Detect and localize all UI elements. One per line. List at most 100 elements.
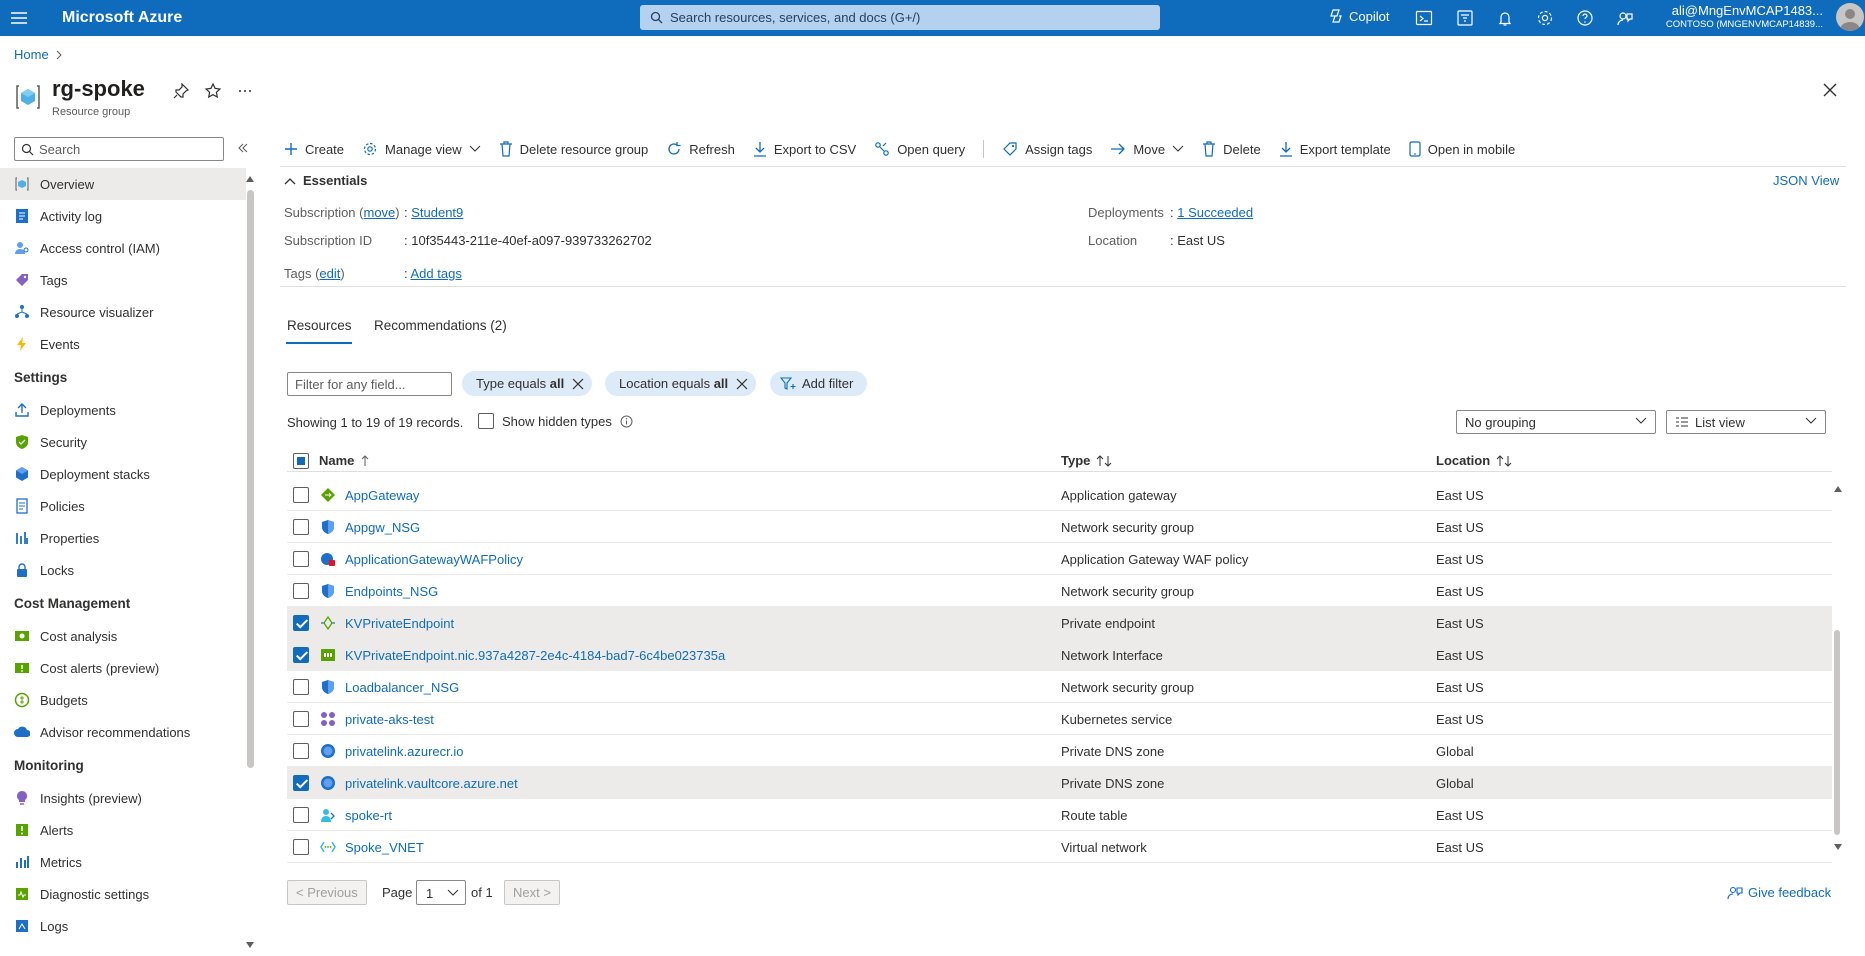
export-template-button[interactable]: Export template: [1279, 141, 1391, 157]
sidebar-item-policies[interactable]: Policies: [0, 490, 246, 522]
row-checkbox[interactable]: [293, 551, 309, 567]
sidebar-item-activity-log[interactable]: Activity log: [0, 200, 246, 232]
move-button[interactable]: Move: [1110, 142, 1184, 157]
brand-title[interactable]: Microsoft Azure: [62, 9, 182, 27]
table-row[interactable]: privatelink.vaultcore.azure.net Private …: [287, 767, 1832, 799]
checkbox[interactable]: [478, 413, 494, 429]
sidebar-item-deployment-stacks[interactable]: Deployment stacks: [0, 458, 246, 490]
previous-page-button[interactable]: < Previous: [287, 880, 367, 905]
row-checkbox[interactable]: [293, 615, 309, 631]
create-button[interactable]: Create: [284, 142, 344, 157]
account-info[interactable]: ali@MngEnvMCAP1483... CONTOSO (MNGENVMCA…: [1665, 3, 1823, 30]
refresh-button[interactable]: Refresh: [666, 141, 735, 157]
cloud-shell-icon[interactable]: [1414, 8, 1434, 28]
sidebar-item-alerts[interactable]: Alerts: [0, 814, 246, 846]
feedback-person-icon[interactable]: [1615, 8, 1635, 28]
sidebar-item-locks[interactable]: Locks: [0, 554, 246, 586]
resource-name-link[interactable]: ApplicationGatewayWAFPolicy: [345, 552, 523, 567]
sidebar-item-cost-alerts[interactable]: Cost alerts (preview): [0, 652, 246, 684]
directory-filter-icon[interactable]: [1455, 8, 1475, 28]
close-icon[interactable]: [572, 378, 584, 390]
table-row[interactable]: ApplicationGatewayWAFPolicy Application …: [287, 543, 1832, 575]
show-hidden-types-checkbox[interactable]: Show hidden types: [478, 413, 633, 429]
gear-icon[interactable]: [1535, 8, 1555, 28]
resource-name-link[interactable]: Appgw_NSG: [345, 520, 420, 535]
table-row[interactable]: Spoke_VNET Virtual network East US: [287, 831, 1832, 863]
sidebar-item-advisor-recommendations[interactable]: Advisor recommendations: [0, 716, 246, 748]
table-row[interactable]: Loadbalancer_NSG Network security group …: [287, 671, 1832, 703]
row-checkbox[interactable]: [293, 679, 309, 695]
delete-button[interactable]: Delete: [1202, 141, 1261, 157]
resource-name-link[interactable]: private-aks-test: [345, 712, 434, 727]
help-icon[interactable]: [1575, 8, 1595, 28]
manage-view-button[interactable]: Manage view: [362, 141, 481, 157]
row-checkbox[interactable]: [293, 743, 309, 759]
table-scrollbar-thumb[interactable]: [1834, 630, 1840, 835]
sidebar-item-logs[interactable]: Logs: [0, 910, 246, 942]
resource-name-link[interactable]: spoke-rt: [345, 808, 392, 823]
table-row[interactable]: privatelink.azurecr.io Private DNS zone …: [287, 735, 1832, 767]
table-row[interactable]: Endpoints_NSG Network security group Eas…: [287, 575, 1832, 607]
column-header-type[interactable]: Type: [1061, 453, 1112, 468]
edit-tags-link[interactable]: edit: [319, 266, 340, 281]
resource-name-link[interactable]: Loadbalancer_NSG: [345, 680, 459, 695]
add-tags-link[interactable]: Add tags: [411, 266, 462, 281]
column-header-location[interactable]: Location: [1436, 453, 1512, 468]
close-icon[interactable]: [1820, 80, 1840, 100]
sidebar-item-metrics[interactable]: Metrics: [0, 846, 246, 878]
table-scroll-up-icon[interactable]: [1834, 486, 1842, 492]
type-filter-pill[interactable]: Type equals all: [462, 371, 593, 396]
table-row[interactable]: Appgw_NSG Network security group East US: [287, 511, 1832, 543]
table-scroll-down-icon[interactable]: [1834, 844, 1842, 850]
json-view-link[interactable]: JSON View: [1773, 173, 1839, 188]
give-feedback-link[interactable]: Give feedback: [1727, 884, 1831, 900]
deployments-link[interactable]: 1 Succeeded: [1177, 205, 1253, 220]
info-icon[interactable]: [620, 415, 633, 428]
tab-recommendations[interactable]: Recommendations (2): [374, 318, 507, 333]
grouping-dropdown[interactable]: No grouping: [1456, 410, 1656, 434]
sidebar-item-security[interactable]: Security: [0, 426, 246, 458]
global-search-input[interactable]: Search resources, services, and docs (G+…: [640, 5, 1160, 30]
row-checkbox[interactable]: [293, 583, 309, 599]
row-checkbox[interactable]: [293, 807, 309, 823]
table-row[interactable]: AppGateway Application gateway East US: [287, 479, 1832, 511]
export-csv-button[interactable]: Export to CSV: [753, 141, 856, 157]
table-row[interactable]: spoke-rt Route table East US: [287, 799, 1832, 831]
more-options-icon[interactable]: [236, 82, 254, 100]
resource-name-link[interactable]: privatelink.vaultcore.azure.net: [345, 776, 518, 791]
close-icon[interactable]: [736, 378, 748, 390]
next-page-button[interactable]: Next >: [504, 880, 560, 905]
row-checkbox[interactable]: [293, 839, 309, 855]
sidebar-item-properties[interactable]: Properties: [0, 522, 246, 554]
row-checkbox[interactable]: [293, 519, 309, 535]
open-in-mobile-button[interactable]: Open in mobile: [1409, 141, 1515, 157]
resource-name-link[interactable]: Endpoints_NSG: [345, 584, 438, 599]
sidebar-scrollbar-thumb[interactable]: [247, 190, 254, 768]
row-checkbox[interactable]: [293, 711, 309, 727]
sidebar-item-diagnostic-settings[interactable]: Diagnostic settings: [0, 878, 246, 910]
pin-icon[interactable]: [172, 82, 190, 100]
tab-resources[interactable]: Resources: [287, 318, 352, 333]
subscription-link[interactable]: Student9: [411, 205, 463, 220]
sidebar-item-deployments[interactable]: Deployments: [0, 394, 246, 426]
essentials-toggle[interactable]: Essentials: [284, 173, 367, 188]
sidebar-item-budgets[interactable]: Budgets: [0, 684, 246, 716]
row-checkbox[interactable]: [293, 647, 309, 663]
resource-name-link[interactable]: Spoke_VNET: [345, 840, 424, 855]
copilot-button[interactable]: Copilot: [1328, 8, 1389, 24]
resource-name-link[interactable]: KVPrivateEndpoint.nic.937a4287-2e4c-4184…: [345, 648, 725, 663]
resource-name-link[interactable]: KVPrivateEndpoint: [345, 616, 454, 631]
assign-tags-button[interactable]: Assign tags: [1002, 141, 1092, 157]
resource-name-link[interactable]: privatelink.azurecr.io: [345, 744, 464, 759]
table-row[interactable]: KVPrivateEndpoint.nic.937a4287-2e4c-4184…: [287, 639, 1832, 671]
hamburger-menu-icon[interactable]: [8, 7, 30, 29]
filter-input[interactable]: Filter for any field...: [287, 372, 452, 396]
column-header-name[interactable]: Name: [319, 453, 370, 468]
sidebar-search-input[interactable]: Search: [14, 137, 224, 161]
table-row[interactable]: private-aks-test Kubernetes service East…: [287, 703, 1832, 735]
page-select[interactable]: 1: [416, 880, 466, 905]
delete-resource-group-button[interactable]: Delete resource group: [499, 141, 648, 157]
avatar[interactable]: [1836, 3, 1864, 31]
breadcrumb-home-link[interactable]: Home: [14, 47, 49, 62]
view-dropdown[interactable]: List view: [1666, 410, 1826, 434]
